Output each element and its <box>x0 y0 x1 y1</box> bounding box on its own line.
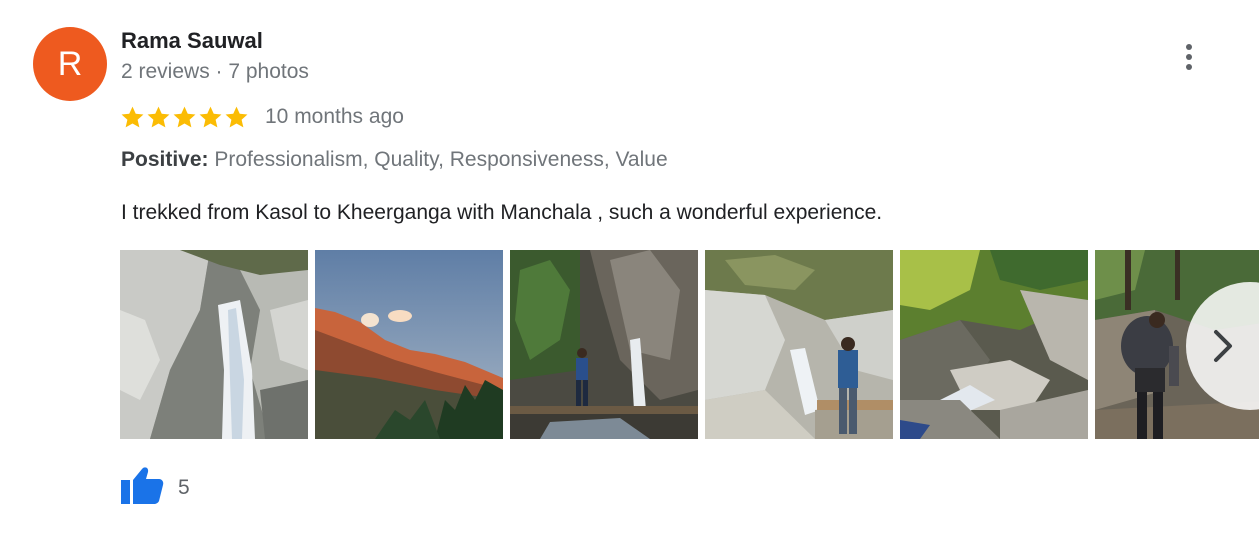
star-icon <box>225 106 248 127</box>
review-photo-4[interactable] <box>705 250 893 439</box>
positive-label: Positive: <box>121 148 209 171</box>
review-date: 10 months ago <box>265 105 404 128</box>
star-rating <box>120 105 249 130</box>
star-icon <box>199 106 222 127</box>
positive-values: Professionalism, Quality, Responsiveness… <box>214 148 668 171</box>
star-icon <box>121 106 144 127</box>
rating-row: 10 months ago <box>120 102 404 132</box>
star-icon <box>173 106 196 127</box>
avatar-initial: R <box>57 44 83 83</box>
review-text: I trekked from Kasol to Kheerganga with … <box>121 201 883 224</box>
review-photo-1[interactable] <box>120 250 308 439</box>
like-count: 5 <box>178 475 190 499</box>
star-icon <box>147 106 170 127</box>
review-photo-3[interactable] <box>510 250 698 439</box>
positive-attributes: Positive: Professionalism, Quality, Resp… <box>121 148 668 172</box>
more-options-button[interactable] <box>1172 38 1206 76</box>
chevron-right-icon <box>1186 282 1259 410</box>
review-card: R Rama Sauwal 2 reviews · 7 photos 10 mo… <box>0 0 1259 548</box>
next-photos-button[interactable] <box>1186 282 1259 410</box>
thumb-up-icon <box>121 467 164 504</box>
reviewer-name[interactable]: Rama Sauwal <box>121 28 263 54</box>
like-section: 5 <box>120 465 190 510</box>
more-vert-icon <box>1186 44 1192 70</box>
review-photo-5[interactable] <box>900 250 1088 439</box>
review-photo-2[interactable] <box>315 250 503 439</box>
photo-strip <box>120 250 1259 439</box>
avatar[interactable]: R <box>33 27 107 101</box>
like-button[interactable] <box>120 465 164 510</box>
reviewer-meta: 2 reviews · 7 photos <box>121 60 309 83</box>
